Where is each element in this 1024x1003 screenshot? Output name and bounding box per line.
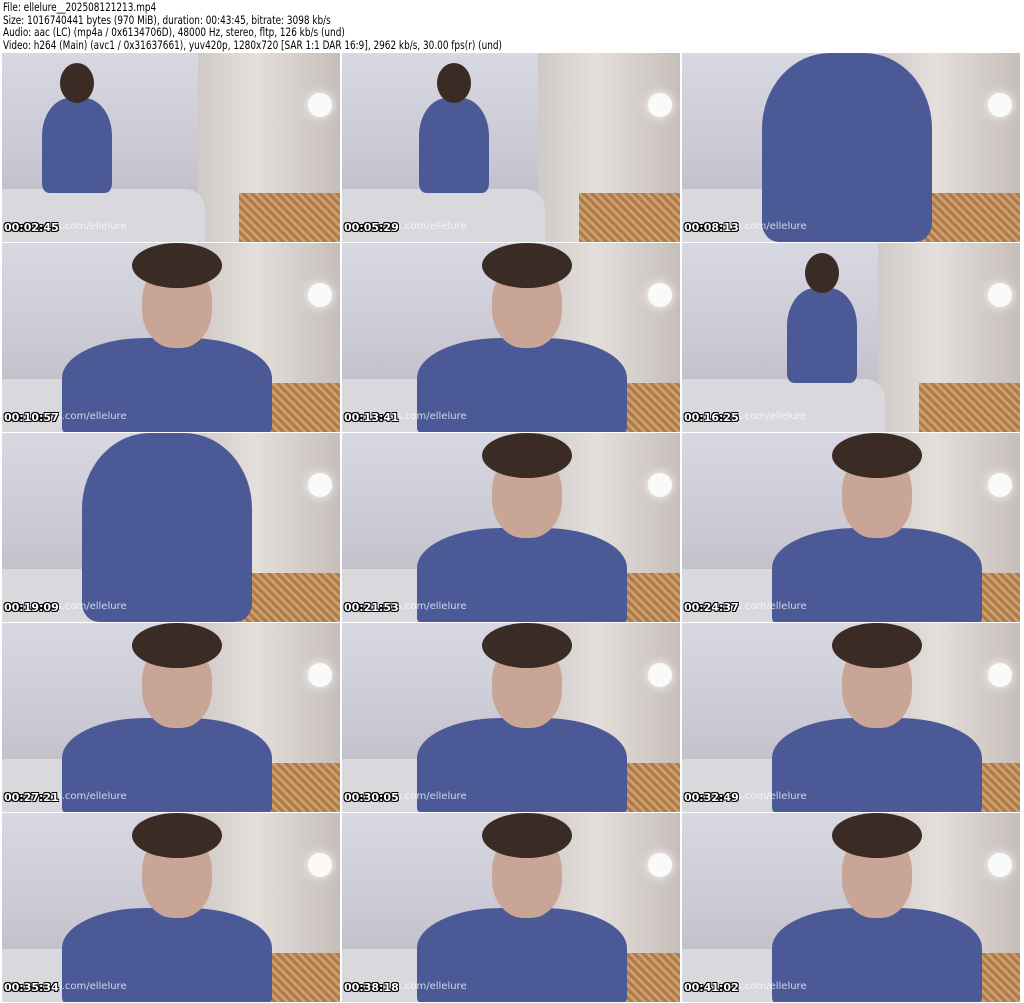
lamp	[648, 853, 672, 877]
lamp	[308, 663, 332, 687]
video-thumbnail[interactable]: ans.com/ellelure 00:38:18	[342, 813, 680, 1002]
timestamp: 00:35:34	[4, 981, 59, 994]
figure	[82, 433, 252, 622]
sofa	[682, 379, 885, 432]
lamp	[648, 283, 672, 307]
video-thumbnail[interactable]: ans.com/ellelure 00:13:41	[342, 243, 680, 432]
lamp	[988, 473, 1012, 497]
lamp	[308, 853, 332, 877]
lamp	[308, 473, 332, 497]
timestamp: 00:32:49	[684, 791, 739, 804]
figure	[42, 98, 112, 193]
video-thumbnail[interactable]: ans.com/ellelure 00:10:57	[2, 243, 340, 432]
lamp	[648, 473, 672, 497]
lamp	[988, 663, 1012, 687]
video-thumbnail[interactable]: ans.com/ellelure 00:27:21	[2, 623, 340, 812]
lamp	[988, 283, 1012, 307]
video-thumbnail[interactable]: ans.com/ellelure 00:32:49	[682, 623, 1020, 812]
thumbnail-grid: ans.com/ellelure 00:02:45 ans.com/ellelu…	[2, 53, 1020, 1002]
lamp	[308, 283, 332, 307]
figure	[805, 253, 839, 293]
figure	[832, 623, 922, 668]
video-thumbnail[interactable]: ans.com/ellelure 00:02:45	[2, 53, 340, 242]
video-thumbnail[interactable]: ans.com/ellelure 00:35:34	[2, 813, 340, 1002]
video-thumbnail[interactable]: ans.com/ellelure 00:41:02	[682, 813, 1020, 1002]
chair	[918, 382, 1020, 432]
lamp	[988, 853, 1012, 877]
figure	[787, 288, 857, 383]
video-thumbnail[interactable]: ans.com/ellelure 00:21:53	[342, 433, 680, 622]
sofa	[2, 189, 205, 242]
timestamp: 00:27:21	[4, 791, 59, 804]
lamp	[648, 93, 672, 117]
chair	[918, 192, 1020, 242]
figure	[832, 433, 922, 478]
timestamp: 00:16:25	[684, 411, 739, 424]
timestamp: 00:30:05	[344, 791, 399, 804]
timestamp: 00:13:41	[344, 411, 399, 424]
chair	[238, 192, 340, 242]
video-thumbnail[interactable]: ans.com/ellelure 00:08:13	[682, 53, 1020, 242]
sofa	[342, 189, 545, 242]
timestamp: 00:02:45	[4, 221, 59, 234]
audio-info: Audio: aac (LC) (mp4a / 0x6134706D), 480…	[3, 25, 345, 40]
video-thumbnail[interactable]: ans.com/ellelure 00:05:29	[342, 53, 680, 242]
figure	[132, 813, 222, 858]
lamp	[308, 93, 332, 117]
video-thumbnail[interactable]: ans.com/ellelure 00:30:05	[342, 623, 680, 812]
video-thumbnail[interactable]: ans.com/ellelure 00:24:37	[682, 433, 1020, 622]
file-info-header: File: ellelure__202508121213.mp4 Size: 1…	[3, 1, 502, 51]
video-thumbnail[interactable]: ans.com/ellelure 00:19:09	[2, 433, 340, 622]
chair	[238, 572, 340, 622]
timestamp: 00:10:57	[4, 411, 59, 424]
figure	[482, 433, 572, 478]
timestamp: 00:41:02	[684, 981, 739, 994]
timestamp: 00:05:29	[344, 221, 399, 234]
video-thumbnail[interactable]: ans.com/ellelure 00:16:25	[682, 243, 1020, 432]
figure	[419, 98, 489, 193]
chair	[578, 192, 680, 242]
figure	[762, 53, 932, 242]
figure	[60, 63, 94, 103]
figure	[132, 243, 222, 288]
timestamp: 00:21:53	[344, 601, 399, 614]
figure	[132, 623, 222, 668]
timestamp: 00:19:09	[4, 601, 59, 614]
figure	[482, 243, 572, 288]
video-info: Video: h264 (Main) (avc1 / 0x31637661), …	[3, 37, 503, 52]
figure	[482, 623, 572, 668]
timestamp: 00:24:37	[684, 601, 739, 614]
lamp	[988, 93, 1012, 117]
figure	[437, 63, 471, 103]
timestamp: 00:38:18	[344, 981, 399, 994]
figure	[482, 813, 572, 858]
file-name: File: ellelure__202508121213.mp4	[3, 0, 157, 14]
figure	[832, 813, 922, 858]
lamp	[648, 663, 672, 687]
timestamp: 00:08:13	[684, 221, 739, 234]
